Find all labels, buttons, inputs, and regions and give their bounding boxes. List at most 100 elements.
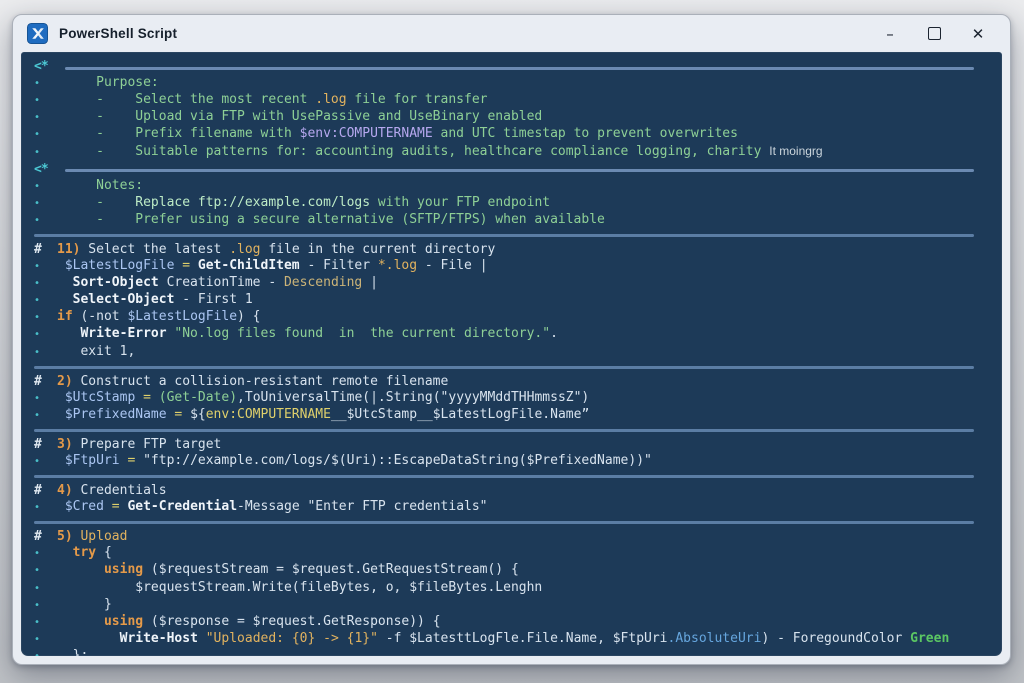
code-token: with your FTP endpoint [370, 194, 551, 210]
minimize-button[interactable]: – [868, 19, 912, 49]
code-line: • try { [34, 545, 992, 562]
code-token: .log [315, 92, 347, 108]
hash-marker: # [34, 436, 42, 452]
code-token: - Suitable patterns for: accounting audi… [57, 144, 770, 160]
bullet-marker: • [34, 616, 41, 628]
code-token: file in the current directory [260, 241, 496, 257]
code-token: $FtpUri [64, 452, 120, 468]
code-token: Sort-Object [72, 275, 159, 291]
bullet-marker: • [34, 582, 41, 594]
code-line: • Sort-Object CreationTime - Descending … [34, 275, 992, 292]
code-token: "Enter FTP credentials" [307, 499, 488, 515]
window-title: PowerShell Script [59, 26, 178, 41]
code-line: • Select-Object - First 1 [34, 292, 992, 309]
code-token: $env:COMPUTERNAME [299, 126, 433, 142]
divider-line [34, 233, 974, 237]
code-token: Construct a collision-resistant remote f… [72, 373, 449, 389]
code-token: Get-ChildItem [197, 258, 300, 274]
code-line: • - Prefix filename with $env:COMPUTERNA… [34, 126, 992, 143]
code-line: #2) Construct a collision-resistant remo… [34, 374, 992, 390]
code-token: and UTC timestap to prevent overwrites [432, 126, 738, 142]
code-token: 11) [57, 241, 81, 257]
code-token: - Prefer using a secure alternative (SFT… [57, 211, 605, 227]
section-divider [34, 470, 992, 483]
code-token: (Get-Date) [158, 389, 238, 405]
code-token: Upload [80, 529, 128, 545]
code-token: ($response = $request.GetResponse)) { [143, 613, 441, 629]
bullet-marker: • [34, 278, 41, 290]
code-token: . [550, 326, 558, 342]
bullet-marker: • [34, 455, 41, 467]
code-line: • - Upload via FTP with UsePassive and U… [34, 109, 992, 126]
code-token: 5) [57, 529, 73, 545]
code-token: $requestStream.Write(fileBytes, o, $file… [57, 579, 543, 595]
bullet-marker: • [34, 95, 41, 107]
bullet-marker: • [34, 261, 41, 273]
code-token: using [103, 613, 144, 629]
code-line: • $PrefixedName = ${env:COMPUTERNAME __ $U… [34, 407, 992, 424]
code-line: • - Select the most recent .log file for… [34, 92, 992, 109]
title-bar[interactable]: PowerShell Script – ✕ [13, 15, 1010, 52]
bullet-marker: • [34, 147, 41, 159]
bullet-marker: • [34, 565, 41, 577]
code-token: exit 1, [57, 343, 136, 359]
code-token: { [96, 545, 112, 561]
code-token: - First 1 [174, 292, 253, 308]
hash-marker: # [34, 241, 42, 257]
code-token: = [182, 258, 191, 274]
code-token: - Upload via FTP with UsePassive and Use… [57, 109, 543, 125]
bullet-marker: • [34, 502, 41, 514]
maximize-icon [927, 27, 941, 40]
code-line: • $FtpUri = "ftp://example.com/logs/$(Ur… [34, 453, 992, 470]
bullet-marker: • [34, 329, 41, 341]
code-line: • $Cred = Get-Credential -Message "Enter … [34, 499, 992, 516]
code-token: Credentials [72, 483, 167, 499]
code-token: 2) [57, 373, 73, 389]
powershell-icon [27, 23, 48, 44]
code-token: Write-Host [119, 630, 198, 646]
code-token: ” [581, 406, 590, 422]
code-token: try [72, 545, 97, 561]
code-token: = [111, 499, 120, 515]
code-line: #3) Prepare FTP target [34, 437, 992, 453]
code-token: $PrefixedName [64, 406, 167, 422]
close-button[interactable]: ✕ [956, 19, 1000, 49]
divider-line [34, 428, 974, 432]
divider-line [34, 365, 974, 369]
script-code-panel[interactable]: <* • Purpose: • - Select the most recent .… [21, 52, 1002, 656]
code-line: <* [34, 162, 992, 178]
code-token: (-not [72, 309, 128, 325]
comment-block-marker: <* [34, 161, 49, 177]
hash-marker: # [34, 529, 42, 545]
code-token: Descending [283, 275, 363, 291]
bullet-marker: • [34, 180, 41, 192]
code-line: • Purpose: [34, 75, 992, 92]
code-line: • using ($requestStream = $request.GetRe… [34, 562, 992, 579]
powershell-script-window: PowerShell Script – ✕ <* • Purpose: • - Se… [12, 14, 1011, 665]
code-token: $LatestLogFile.Name [432, 406, 582, 422]
code-line: • - Prefer using a secure alternative (S… [34, 212, 992, 229]
bullet-marker: • [34, 599, 41, 611]
code-line: #11) Select the latest .log file in the … [34, 242, 992, 258]
section-divider [34, 424, 992, 437]
code-token: $LatestLogFile [64, 258, 175, 274]
code-token: if [57, 309, 73, 325]
bullet-marker: • [34, 548, 41, 560]
code-line: #4) Credentials [34, 483, 992, 499]
bullet-marker: • [34, 649, 57, 656]
code-token: Replace ftp://example.com/logs [135, 194, 371, 210]
code-token: $UtcStamp [64, 389, 136, 405]
bullet-marker: • [34, 129, 41, 141]
maximize-button[interactable] [912, 19, 956, 49]
